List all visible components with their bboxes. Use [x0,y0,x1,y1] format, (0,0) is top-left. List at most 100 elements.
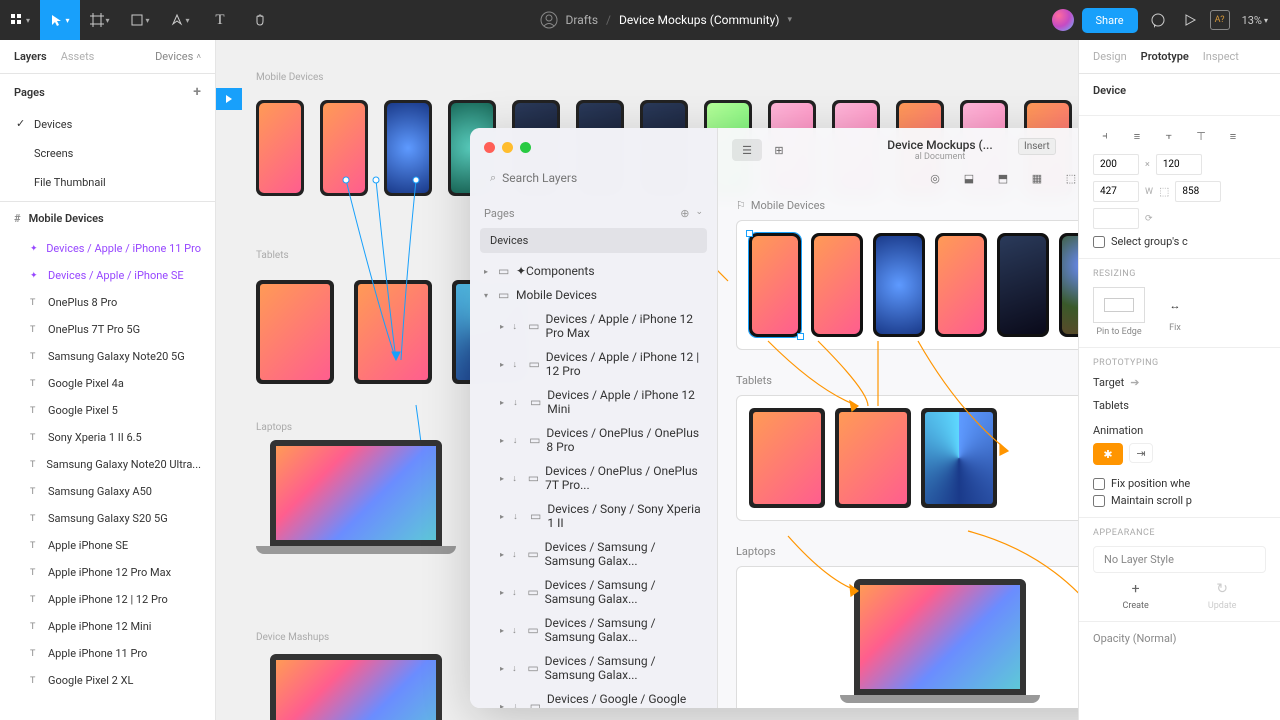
layer-row[interactable]: TSony Xperia 1 II 6.5 [0,424,215,451]
tb-icon-3[interactable]: ⬒ [994,172,1012,185]
layer-row[interactable]: TOnePlus 7T Pro 5G [0,316,215,343]
align-top-icon[interactable]: ⊤ [1189,126,1213,146]
tree-child-row[interactable]: ▸↓▭Devices / Samsung / Samsung Galax... [470,535,717,573]
layer-row[interactable]: ✦Devices / Apple / iPhone 11 Pro [0,235,215,262]
layer-row[interactable]: TGoogle Pixel 4a [0,370,215,397]
tree-child-row[interactable]: ▸↓▭Devices / Samsung / Samsung Galax... [470,649,717,687]
fix-position-checkbox[interactable] [1093,478,1105,490]
user-avatar[interactable] [1052,9,1074,31]
target-value[interactable]: Tablets [1093,395,1266,416]
text-tool[interactable]: T [200,0,240,40]
frame-name[interactable]: Mobile Devices [29,212,104,225]
prototype-play-tab[interactable] [216,88,242,110]
tree-child-row[interactable]: ▸↓▭Devices / Apple / iPhone 12 Mini [470,383,717,421]
tablets-frame[interactable] [736,395,1078,521]
tree-child-row[interactable]: ▸↓▭Devices / OnePlus / OnePlus 7T Pro... [470,459,717,497]
figma-menu-button[interactable]: ▾ [0,0,40,40]
present-icon[interactable] [1178,8,1202,32]
add-icon[interactable]: ⊕ [680,207,689,220]
shape-tool[interactable]: ▾ [120,0,160,40]
layer-row[interactable]: TOnePlus 8 Pro [0,289,215,316]
page-dropdown[interactable]: Devices˄ [155,50,201,63]
layer-row[interactable]: TApple iPhone 11 Pro [0,640,215,667]
breadcrumb-filename[interactable]: Device Mockups (Community) [619,13,779,27]
pin-control[interactable] [1093,287,1145,323]
insert-label: Insert [1018,138,1056,155]
finder-page-item[interactable]: Devices [480,228,707,253]
w-input[interactable] [1093,181,1139,202]
move-tool[interactable]: ▾ [40,0,80,40]
layer-row[interactable]: ✦Devices / Apple / iPhone SE [0,262,215,289]
layer-row[interactable]: TSamsung Galaxy A50 [0,478,215,505]
layer-row[interactable]: TSamsung Galaxy Note20 Ultra... [0,451,215,478]
link-icon[interactable]: ⬚ [1159,185,1169,198]
finder-pages-label: Pages [484,207,515,220]
tree-child-row[interactable]: ▸↓▭Devices / Sony / Sony Xperia 1 II [470,497,717,535]
pen-tool[interactable]: ▾ [160,0,200,40]
laptops-frame[interactable] [736,566,1078,708]
rot-input[interactable] [1093,208,1139,229]
design-tab[interactable]: Design [1093,50,1127,63]
create-button[interactable]: +Create [1123,581,1149,611]
tree-row[interactable]: ▾▭Mobile Devices [470,283,717,307]
update-button[interactable]: ↻Update [1208,581,1237,611]
tb-icon-2[interactable]: ⬓ [960,172,978,185]
page-item[interactable]: Screens [0,139,215,168]
tb-icon-1[interactable]: ◎ [926,172,944,185]
share-button[interactable]: Share [1082,8,1138,33]
x-input[interactable] [1093,154,1139,175]
search-layers[interactable]: ⌕ [482,167,705,189]
zoom-dropdown[interactable]: 13%▾ [1242,14,1268,27]
select-group-checkbox[interactable] [1093,236,1105,248]
tree-child-row[interactable]: ▸↓▭Devices / Google / Google Pixel 5 [470,687,717,708]
animation-opt-icon[interactable]: ⇥ [1129,443,1153,463]
page-item[interactable]: File Thumbnail [0,168,215,197]
assets-tab[interactable]: Assets [61,50,95,63]
a-badge[interactable]: A? [1210,10,1230,30]
mobile-frame[interactable] [736,220,1078,350]
tree-child-row[interactable]: ▸↓▭Devices / Samsung / Samsung Galax... [470,573,717,611]
layer-row[interactable]: TApple iPhone 12 Mini [0,613,215,640]
tb-icon-4[interactable]: ▦ [1028,172,1046,185]
animation-instant-button[interactable]: ✱ [1093,443,1123,465]
layers-panel: Layers Assets Devices˄ Pages + DevicesSc… [0,40,216,720]
tree-child-row[interactable]: ▸↓▭Devices / Apple / iPhone 12 | 12 Pro [470,345,717,383]
layers-tab[interactable]: Layers [14,50,47,63]
chevron-down-icon[interactable]: ⌄ [695,207,703,220]
hand-tool[interactable] [240,0,280,40]
search-input[interactable] [502,171,697,185]
align-center-icon[interactable]: ≡ [1125,126,1149,146]
align-right-icon[interactable]: ⫟ [1157,126,1181,146]
view-columns-button[interactable]: ☰ [732,139,762,161]
layer-row[interactable]: TApple iPhone SE [0,532,215,559]
canvas[interactable]: Mobile Devices Tablets Laptops Device M [216,40,1078,720]
view-grid-button[interactable]: ⊞ [764,139,794,161]
layer-style-select[interactable]: No Layer Style [1093,546,1266,573]
tree-child-row[interactable]: ▸↓▭Devices / Apple / iPhone 12 Pro Max [470,307,717,345]
layer-row[interactable]: TApple iPhone 12 | 12 Pro [0,586,215,613]
page-item[interactable]: Devices [0,110,215,139]
frame-tool[interactable]: ▾ [80,0,120,40]
inspect-tab[interactable]: Inspect [1203,50,1239,63]
comment-icon[interactable] [1146,8,1170,32]
h-input[interactable] [1175,181,1221,202]
add-page-button[interactable]: + [193,84,201,100]
tree-child-row[interactable]: ▸↓▭Devices / Samsung / Samsung Galax... [470,611,717,649]
layer-row[interactable]: TApple iPhone 12 Pro Max [0,559,215,586]
prototype-arrows-blue [256,100,496,440]
layer-row[interactable]: TGoogle Pixel 2 XL [0,667,215,694]
maintain-scroll-checkbox[interactable] [1093,495,1105,507]
y-input[interactable] [1156,154,1202,175]
laptop-section [256,440,456,560]
breadcrumb-drafts[interactable]: Drafts [566,13,599,27]
layer-row[interactable]: TSamsung Galaxy S20 5G [0,505,215,532]
prototype-tab[interactable]: Prototype [1141,50,1189,63]
window-controls[interactable] [470,128,717,167]
tb-icon-5[interactable]: ⬚ [1062,172,1078,185]
align-mid-icon[interactable]: ≡ [1221,126,1245,146]
layer-row[interactable]: TGoogle Pixel 5 [0,397,215,424]
tree-child-row[interactable]: ▸↓▭Devices / OnePlus / OnePlus 8 Pro [470,421,717,459]
tree-row[interactable]: ▸▭✦Components [470,259,717,283]
align-left-icon[interactable]: ⫞ [1093,126,1117,146]
layer-row[interactable]: TSamsung Galaxy Note20 5G [0,343,215,370]
